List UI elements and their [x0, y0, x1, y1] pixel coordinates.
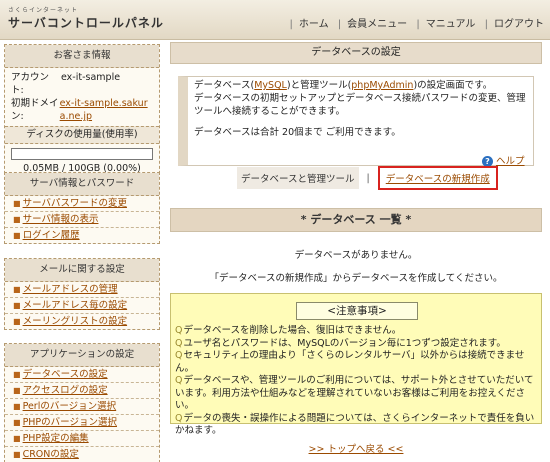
sidebar-item-login-history[interactable]: ■ ログイン履歴: [5, 228, 159, 243]
note-item: Qデータベースや、管理ツールのご利用については、サポート外とさせていただいていま…: [175, 375, 534, 411]
nav-member-menu-link[interactable]: 会員メニュー: [347, 19, 407, 30]
logo-main-text: サーバコントロールパネル: [8, 16, 164, 30]
bullet-icon: ■: [13, 199, 21, 208]
mysql-link[interactable]: MySQL: [254, 80, 287, 91]
sidebar-item-server-password[interactable]: ■ サーバパスワードの変更: [5, 196, 159, 212]
description-box: データベース(MySQL)と管理ツール(phpMyAdmin)の設定画面です。 …: [178, 76, 534, 166]
sidebar-item-perl-version[interactable]: ■ Perlのバージョン選択: [5, 399, 159, 415]
account-box-title: お客さま情報: [5, 45, 159, 68]
tab-database-tools[interactable]: データベースと管理ツール: [237, 167, 359, 189]
mail-box-title: メールに関する設定: [5, 259, 159, 282]
help-link[interactable]: ヘルプ: [496, 156, 525, 167]
create-hint-message: 「データベースの新規作成」からデータベースを作成してください。: [209, 273, 503, 284]
app-box: アプリケーションの設定 ■ データベースの設定 ■ アクセスログの設定 ■ Perlの…: [4, 343, 160, 462]
sidebar-item-php-version[interactable]: ■ PHPのバージョン選択: [5, 415, 159, 431]
account-label: アカウント:: [11, 72, 50, 96]
description-line-1: データベース(MySQL)と管理ツール(phpMyAdmin)の設定画面です。: [194, 80, 493, 91]
top-nav: | ホーム | 会員メニュー | マニュアル | ログアウト: [289, 19, 544, 30]
sidebar-item-mail-address-manage[interactable]: ■ メールアドレスの管理: [5, 282, 159, 298]
header: さくらインターネット サーバコントロールパネル | ホーム | 会員メニュー | マニ…: [0, 0, 550, 40]
no-database-message: データベースがありません。: [294, 250, 418, 261]
bullet-icon: ■: [13, 450, 21, 459]
bullet-icon: ■: [13, 418, 21, 427]
bullet-icon: ■: [13, 215, 21, 224]
back-to-top: >> トップへ戻る <<: [170, 441, 542, 455]
app-box-title: アプリケーションの設定: [5, 344, 159, 367]
disk-usage-bar: [11, 148, 153, 160]
question-icon: Q: [175, 337, 183, 349]
sidebar-item-php-settings[interactable]: ■ PHP設定の編集: [5, 431, 159, 447]
database-list-title: * データベース 一覧 *: [170, 208, 542, 232]
note-item: Qデータベースを削除した場合、復旧はできません。: [175, 325, 402, 336]
bullet-icon: ■: [13, 285, 21, 294]
server-box: サーバ情報とパスワード ■ サーバパスワードの変更 ■ サーバ情報の表示 ■ ログイン…: [4, 172, 160, 244]
account-value: ex-it-sample: [61, 72, 121, 83]
notes-title: <注意事項>: [296, 302, 418, 320]
bullet-icon: ■: [13, 370, 21, 379]
bullet-icon: ■: [13, 402, 21, 411]
logo-small-text: さくらインターネット: [8, 7, 79, 14]
tab-new-database[interactable]: データベースの新規作成: [377, 166, 498, 190]
note-item: Qデータの喪失・誤操作による問題については、さくらインターネットで責任を負いかね…: [175, 412, 535, 437]
note-item: Qユーザ名とパスワードは、MySQLのバージョン毎に1つずつ設定されます。: [175, 337, 506, 349]
bullet-icon: ■: [13, 301, 21, 310]
sidebar-item-cron[interactable]: ■ CRONの設定: [5, 447, 159, 462]
question-icon: Q: [175, 375, 183, 386]
sidebar-item-mailing-list[interactable]: ■ メーリングリストの設定: [5, 314, 159, 329]
question-icon: Q: [175, 412, 183, 424]
server-box-title: サーバ情報とパスワード: [5, 173, 159, 196]
domain-label: 初期ドメイン:: [11, 98, 59, 122]
bullet-icon: ■: [13, 317, 21, 326]
logo[interactable]: さくらインターネット サーバコントロールパネル: [8, 7, 164, 31]
account-box: お客さま情報 アカウント: ex-it-sample 初期ドメイン: ex-it…: [4, 44, 160, 179]
disk-usage-title: ディスクの使用量(使用率): [5, 126, 159, 144]
sidebar-item-database[interactable]: ■ データベースの設定: [5, 367, 159, 383]
sidebar-item-server-info[interactable]: ■ サーバ情報の表示: [5, 212, 159, 228]
nav-manual-link[interactable]: マニュアル: [426, 19, 476, 30]
description-line-3: データベースは合計 20個まで ご利用できます。: [194, 127, 401, 138]
sidebar-item-access-log[interactable]: ■ アクセスログの設定: [5, 383, 159, 399]
note-item: Qセキュリティ上の理由より「さくらのレンタルサーバ」以外からは接続できません。: [175, 350, 525, 374]
question-icon: Q: [175, 350, 183, 361]
mail-box: メールに関する設定 ■ メールアドレスの管理 ■ メールアドレス毎の設定 ■ メーリン…: [4, 258, 160, 330]
phpmyadmin-link[interactable]: phpMyAdmin: [351, 80, 413, 91]
description-line-2: データベースの初期セットアップとデータベース接続パスワードの変更、管理ツールへ接…: [194, 93, 526, 117]
nav-logout-link[interactable]: ログアウト: [494, 19, 544, 30]
question-icon: Q: [175, 325, 183, 336]
nav-home-link[interactable]: ホーム: [299, 19, 329, 30]
domain-link[interactable]: ex-it-sample.sakura.ne.jp: [60, 97, 153, 123]
bullet-icon: ■: [13, 386, 21, 395]
back-to-top-link[interactable]: >> トップへ戻る <<: [309, 444, 404, 455]
page-title: データベースの設定: [170, 42, 542, 64]
bullet-icon: ■: [13, 434, 21, 443]
sidebar-item-mail-address-settings[interactable]: ■ メールアドレス毎の設定: [5, 298, 159, 314]
db-tabs: データベースと管理ツール | データベースの新規作成: [237, 166, 498, 190]
help-link-wrap[interactable]: ? ヘルプ: [482, 153, 525, 167]
bullet-icon: ■: [13, 231, 21, 240]
notes-box: <注意事項> Qデータベースを削除した場合、復旧はできません。 Qユーザ名とパス…: [170, 293, 542, 436]
